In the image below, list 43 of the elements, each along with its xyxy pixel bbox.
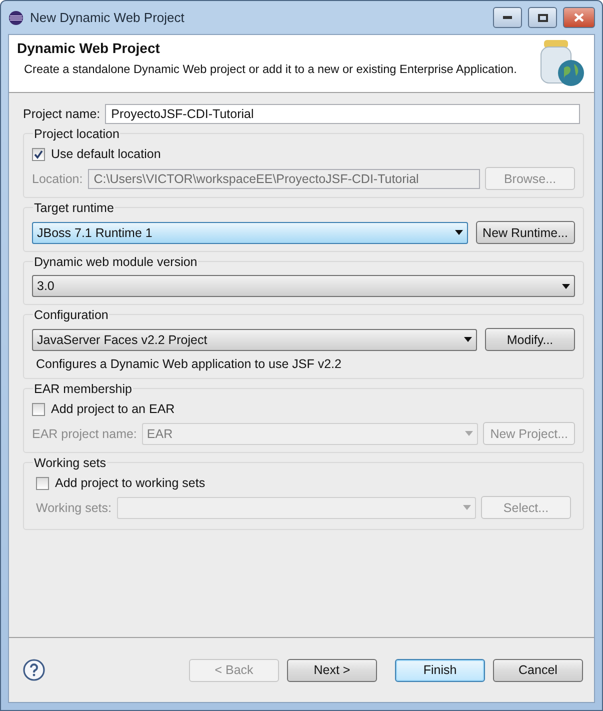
help-icon[interactable]	[23, 659, 45, 681]
field-label: Project name:	[23, 107, 100, 121]
checkbox[interactable]	[36, 476, 49, 490]
dropdown-arrow-icon	[464, 337, 472, 342]
checkbox[interactable]	[32, 148, 45, 160]
project-name-field[interactable]: ProyectoJSF-CDI-Tutorial	[105, 104, 580, 124]
minimize-icon	[503, 16, 512, 19]
group-title: Configuration	[33, 308, 110, 322]
checkbox-label[interactable]: Add project to an EAR	[51, 402, 175, 416]
minimize-button[interactable]	[493, 7, 522, 28]
dropdown[interactable]: JBoss 7.1 Runtime 1	[32, 222, 468, 244]
checkbox-label[interactable]: Use default location	[51, 147, 161, 161]
dropdown-arrow-icon	[454, 230, 463, 235]
dropdown-arrow-icon	[562, 284, 570, 288]
dropdown[interactable]: JavaServer Faces v2.2 Project	[32, 328, 477, 350]
dialog-button[interactable]: New Runtime...	[476, 221, 575, 244]
close-button[interactable]	[563, 7, 595, 28]
configuration-description: Configures a Dynamic Web application to use JSF v2.2	[35, 357, 342, 371]
dialog-button[interactable]: Cancel	[493, 658, 583, 682]
wizard-title: Dynamic Web Project	[17, 40, 161, 56]
dialog-button[interactable]: Modify...	[485, 328, 575, 351]
group-title: Working sets	[33, 456, 108, 470]
close-icon	[574, 13, 584, 22]
field-label: Working sets:	[36, 500, 112, 514]
group-title: Dynamic web module version	[33, 255, 198, 269]
maximize-button[interactable]	[528, 7, 557, 28]
dialog-button[interactable]: Finish	[395, 658, 485, 682]
dropdown-arrow-icon	[463, 505, 471, 510]
checkbox[interactable]	[32, 402, 45, 416]
jar-globe-icon	[538, 38, 586, 88]
field-label: EAR project name:	[32, 426, 137, 440]
checkbox-label[interactable]: Add project to working sets	[55, 476, 206, 490]
group-title: Project location	[33, 127, 120, 141]
maximize-icon	[538, 14, 548, 22]
dropdown-arrow-icon	[465, 431, 474, 436]
dropdown[interactable]: 3.0	[32, 275, 575, 297]
wizard-description: Create a standalone Dynamic Web project or add it to a new or existing Enterprise Application.	[23, 62, 518, 76]
window-title: New Dynamic Web Project	[30, 10, 186, 25]
app-icon	[8, 10, 24, 26]
dialog-button[interactable]: Next >	[287, 658, 377, 682]
group-title: EAR membership	[33, 382, 133, 396]
field-label: Location:	[32, 172, 83, 186]
group-title: Target runtime	[33, 201, 115, 215]
